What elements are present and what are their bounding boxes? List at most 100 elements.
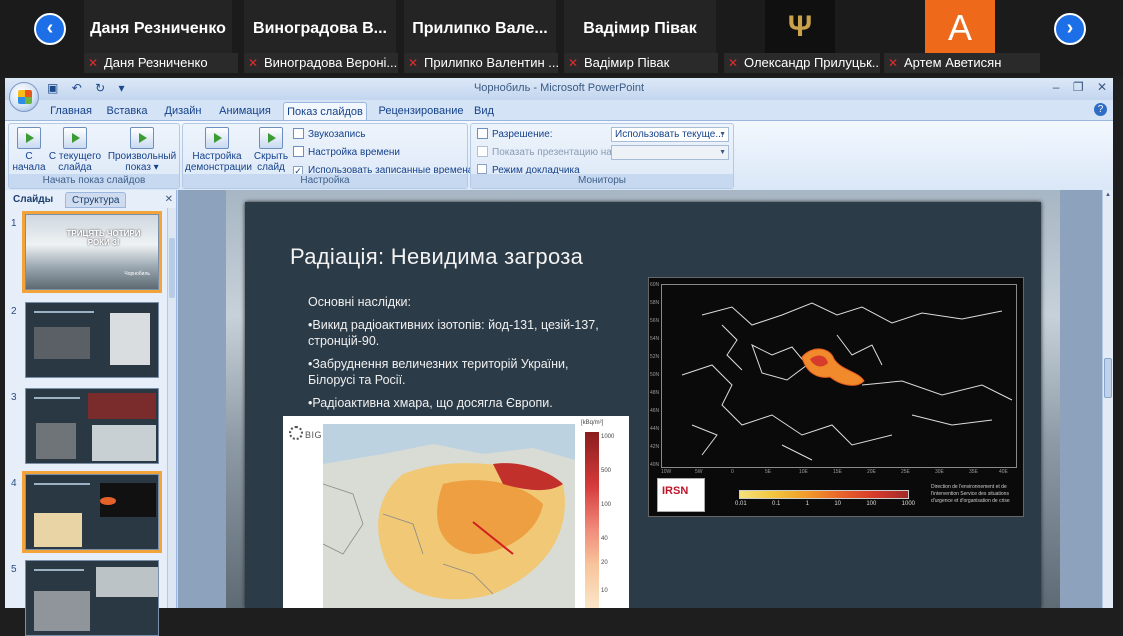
thumbnail-image xyxy=(88,393,156,419)
setup-slideshow-icon xyxy=(205,127,229,149)
radiation-cloud-map[interactable]: 60N 58N 56N 54N 52N 50N 48N 46N 44N 42N … xyxy=(648,277,1024,517)
monitor-icon xyxy=(477,146,488,157)
bullet-item: •Радіоактивна хмара, що досягла Європи. xyxy=(308,396,553,410)
map-frame xyxy=(661,284,1017,468)
ribbon: С начала С текущего слайда Произвольный … xyxy=(5,120,1113,190)
legend-tick: 0.01 xyxy=(735,501,747,507)
record-narration-button[interactable]: Звукозапись xyxy=(293,127,365,143)
slide-body[interactable]: Основні наслідки: •Викид радіоактивних і… xyxy=(308,294,608,418)
slide-title[interactable]: Радіація: Невидима загроза xyxy=(290,244,583,270)
lat-tick: 40N xyxy=(650,462,660,468)
thumbnail-text-line xyxy=(34,483,90,485)
tab-review[interactable]: Рецензирование xyxy=(377,102,465,120)
participant-name: Вадімир Півак xyxy=(583,20,697,37)
rehearse-timings-button[interactable]: Настройка времени xyxy=(293,145,400,161)
lon-tick: 0 xyxy=(731,469,734,475)
participant-name: Виноградова В... xyxy=(253,20,387,37)
help-icon[interactable]: ? xyxy=(1094,103,1107,116)
bullet-item: •Викид радіоактивних ізотопів: йод-131, … xyxy=(308,318,599,348)
avatar: A xyxy=(947,7,972,48)
slide-number: 4 xyxy=(11,478,17,489)
tab-slideshow[interactable]: Показ слайдов xyxy=(283,102,367,120)
participant-tile[interactable]: Прилипко Вале... xyxy=(404,0,556,54)
editor-scrollbar[interactable]: ▲ xyxy=(1102,190,1113,608)
show-on-dropdown[interactable]: ▼ xyxy=(611,145,729,160)
button-label: демонстрации xyxy=(185,162,252,173)
setup-slideshow-button[interactable]: Настройка демонстрации xyxy=(185,127,252,173)
slide-intro: Основні наслідки: xyxy=(308,295,412,309)
button-label: слайда xyxy=(58,162,92,173)
lat-tick: 48N xyxy=(650,390,660,396)
colorbar-tick: 1000 xyxy=(601,434,615,440)
participant-tile-logo[interactable]: Ψ xyxy=(765,0,835,54)
slide-thumbnail[interactable] xyxy=(25,302,159,378)
button-label: С текущего xyxy=(48,151,102,162)
legend-tick: 1000 xyxy=(901,501,915,507)
tab-design[interactable]: Дизайн xyxy=(161,102,205,120)
group-setup: Настройка демонстрации Скрыть слайд Звук… xyxy=(182,123,473,189)
scroll-up-icon[interactable]: ▲ xyxy=(1104,192,1112,202)
slide-thumbnail[interactable] xyxy=(25,560,159,636)
colorbar-tick: 20 xyxy=(601,560,608,566)
from-current-slide-button[interactable]: С текущего слайда xyxy=(47,127,103,173)
title-bar: ▣ ↶ ↻ ▾ Чорнобиль - Microsoft PowerPoint… xyxy=(5,78,1113,100)
panel-scrollbar[interactable] xyxy=(167,208,176,608)
custom-show-icon xyxy=(130,127,154,149)
office-button[interactable] xyxy=(9,82,39,112)
slide-thumbnail[interactable] xyxy=(25,388,159,464)
participant-tag: ✕ Вадімир Півак xyxy=(564,53,718,73)
tab-view[interactable]: Вид xyxy=(471,102,497,120)
from-beginning-button[interactable]: С начала xyxy=(11,127,47,173)
participant-tile-avatar[interactable]: A xyxy=(925,0,995,54)
custom-show-button[interactable]: Произвольный показ ▾ xyxy=(107,127,177,173)
close-icon[interactable]: ✕ xyxy=(165,194,173,205)
next-page-button[interactable]: › xyxy=(1054,13,1086,45)
lat-tick: 50N xyxy=(650,372,660,378)
tab-animation[interactable]: Анимация xyxy=(217,102,273,120)
prev-page-button[interactable]: ‹ xyxy=(34,13,66,45)
tab-outline[interactable]: Структура xyxy=(65,192,127,208)
legend-tick: 1 xyxy=(805,501,809,507)
colorbar-unit: [kBq/m²] xyxy=(581,420,604,426)
meeting-participants-bar: ‹ Даня Резниченко Виноградова В... Прили… xyxy=(0,0,1123,76)
participant-name: Даня Резниченко xyxy=(90,20,226,37)
thumbnail-subtitle: Чорнобиль xyxy=(124,271,150,277)
participant-tile[interactable]: Виноградова В... xyxy=(244,0,396,54)
checkbox-unchecked-icon xyxy=(477,164,487,174)
contamination-map[interactable]: BIG KYIV [kBq/m²] 1000 500 1 xyxy=(283,416,629,608)
mic-off-icon: ✕ xyxy=(728,56,739,70)
lon-tick: 20E xyxy=(867,469,876,475)
button-label: Произвольный xyxy=(107,151,177,162)
hide-slide-button[interactable]: Скрыть слайд xyxy=(251,127,291,173)
hide-slide-icon xyxy=(259,127,283,149)
colorbar-tick: 500 xyxy=(601,468,612,474)
lat-tick: 56N xyxy=(650,318,660,324)
participant-tag: ✕ Виноградова Вероні... xyxy=(244,53,398,73)
minimize-icon[interactable]: – xyxy=(1053,80,1060,94)
scrollbar-thumb[interactable] xyxy=(1104,358,1112,398)
thumbnail-image xyxy=(34,513,82,547)
slide-thumbnail[interactable] xyxy=(22,471,162,553)
colorbar-tick: 100 xyxy=(601,502,612,508)
current-slide[interactable]: Радіація: Невидима загроза Основні наслі… xyxy=(245,202,1041,608)
lat-tick: 42N xyxy=(650,444,660,450)
tab-home[interactable]: Главная xyxy=(49,102,93,120)
tab-insert[interactable]: Вставка xyxy=(105,102,149,120)
tab-slides[interactable]: Слайды xyxy=(7,192,59,208)
participant-tile[interactable]: Вадімир Півак xyxy=(564,0,716,54)
participant-tile[interactable]: Даня Резниченко xyxy=(84,0,232,54)
slide-number: 5 xyxy=(11,564,17,575)
lat-tick: 46N xyxy=(650,408,660,414)
scrollbar-thumb[interactable] xyxy=(169,238,175,298)
slide-thumbnail[interactable]: ТРИЦЯТЬ ЧОТИРИ РОКИ ЗІ Чорнобиль xyxy=(22,211,162,293)
mic-off-icon: ✕ xyxy=(408,56,419,70)
gear-logo-icon xyxy=(289,426,303,440)
colorbar-tick: 10 xyxy=(601,588,608,594)
thumbnail-image xyxy=(96,567,158,597)
resolution-dropdown[interactable]: Использовать текуще... ▼ xyxy=(611,127,729,142)
dose-legend-labels: 0.01 0.1 1 10 100 1000 xyxy=(735,501,915,507)
thumbnail-image xyxy=(100,497,116,505)
restore-icon[interactable]: ❐ xyxy=(1073,80,1084,94)
projector-icon xyxy=(63,127,87,149)
close-icon[interactable]: ✕ xyxy=(1097,80,1107,94)
